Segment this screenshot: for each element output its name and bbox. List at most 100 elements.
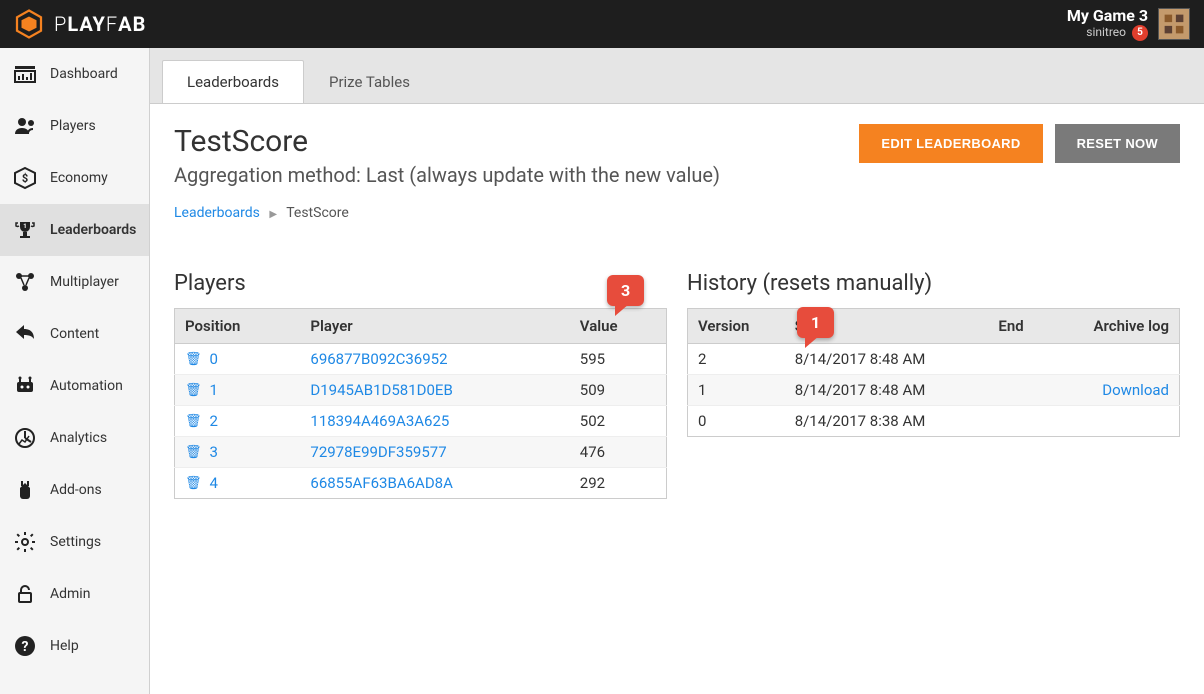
brand-text: PLAYFAB xyxy=(54,12,146,36)
username: sinitreo xyxy=(1086,26,1126,40)
sidebar-item-dashboard[interactable]: Dashboard xyxy=(0,48,149,100)
position-link[interactable]: 0 xyxy=(210,350,218,368)
sidebar-item-label: Leaderboards xyxy=(50,222,136,238)
sidebar-item-economy[interactable]: $ Economy xyxy=(0,152,149,204)
players-icon xyxy=(12,114,38,138)
callout-1: 1 xyxy=(797,307,834,338)
start-cell: 8/14/2017 8:48 AM xyxy=(785,344,989,375)
sidebar-item-label: Admin xyxy=(50,586,90,602)
svg-text:?: ? xyxy=(22,639,29,655)
player-link[interactable]: D1945AB1D581D0EB xyxy=(310,381,452,399)
sidebar-item-label: Add-ons xyxy=(50,482,102,498)
sidebar-item-leaderboards[interactable]: 1 Leaderboards xyxy=(0,204,149,256)
admin-icon xyxy=(12,582,38,606)
sidebar-item-label: Automation xyxy=(50,378,123,394)
avatar[interactable] xyxy=(1158,8,1190,40)
version-cell: 2 xyxy=(688,344,785,375)
analytics-icon xyxy=(12,426,38,450)
economy-icon: $ xyxy=(12,166,38,190)
position-link[interactable]: 3 xyxy=(210,443,218,461)
players-panel: Players Position Player Value 🗑0696877B0… xyxy=(174,271,667,499)
breadcrumb-root-link[interactable]: Leaderboards xyxy=(174,205,260,221)
leaderboards-icon: 1 xyxy=(12,218,38,242)
table-row: 🗑 0 696877B092C36952 595 xyxy=(175,344,667,375)
players-table: Position Player Value 🗑0696877B092C36952… xyxy=(174,308,667,499)
history-panel: History (resets manually) Version Start … xyxy=(687,271,1180,499)
sidebar-item-label: Economy xyxy=(50,170,108,186)
settings-icon xyxy=(12,530,38,554)
end-cell xyxy=(988,406,1049,437)
value-cell: 509 xyxy=(570,375,667,406)
addons-icon xyxy=(12,478,38,502)
start-cell: 8/14/2017 8:38 AM xyxy=(785,406,989,437)
sidebar-item-admin[interactable]: Admin xyxy=(0,568,149,620)
dashboard-icon xyxy=(12,62,38,86)
position-link[interactable]: 2 xyxy=(210,412,218,430)
svg-text:$: $ xyxy=(22,172,28,185)
position-link[interactable]: 4 xyxy=(210,474,218,492)
history-table: Version Start End Archive log 28/14/2017… xyxy=(687,308,1180,437)
edit-leaderboard-button[interactable]: EDIT LEADERBOARD xyxy=(859,124,1042,163)
notification-badge[interactable]: 5 xyxy=(1132,25,1148,41)
version-cell: 1 xyxy=(688,375,785,406)
sidebar-item-addons[interactable]: Add-ons xyxy=(0,464,149,516)
sidebar-item-help[interactable]: ? Help xyxy=(0,620,149,672)
callout-3: 3 xyxy=(607,275,644,306)
end-cell xyxy=(988,344,1049,375)
version-cell: 0 xyxy=(688,406,785,437)
download-link[interactable]: Download xyxy=(1102,381,1169,399)
sidebar-item-players[interactable]: Players xyxy=(0,100,149,152)
topbar: PLAYFAB My Game 3 sinitreo 5 xyxy=(0,0,1204,48)
sidebar-item-analytics[interactable]: Analytics xyxy=(0,412,149,464)
trash-icon[interactable]: 🗑 xyxy=(185,383,202,398)
tab-prize-tables[interactable]: Prize Tables xyxy=(304,60,435,103)
sidebar-item-label: Multiplayer xyxy=(50,274,119,290)
sidebar-item-label: Analytics xyxy=(50,430,107,446)
sidebar-item-settings[interactable]: Settings xyxy=(0,516,149,568)
archive-cell: Download xyxy=(1050,375,1180,406)
player-link[interactable]: 118394A469A3A625 xyxy=(310,412,449,430)
position-link[interactable]: 1 xyxy=(210,381,218,399)
archive-cell xyxy=(1050,344,1180,375)
player-link[interactable]: 696877B092C36952 xyxy=(310,350,447,368)
col-end: End xyxy=(988,309,1049,344)
tab-leaderboards[interactable]: Leaderboards xyxy=(162,60,304,103)
automation-icon xyxy=(12,374,38,398)
trash-icon[interactable]: 🗑 xyxy=(185,445,202,460)
breadcrumb-current: TestScore xyxy=(286,205,349,221)
reset-now-button[interactable]: RESET NOW xyxy=(1055,124,1180,163)
page-title: TestScore xyxy=(174,124,720,159)
table-row: 28/14/2017 8:48 AM xyxy=(688,344,1180,375)
sidebar-item-content[interactable]: Content xyxy=(0,308,149,360)
table-row: 🗑372978E99DF359577476 xyxy=(175,437,667,468)
player-link[interactable]: 72978E99DF359577 xyxy=(310,443,446,461)
col-archive: Archive log xyxy=(1050,309,1180,344)
tabs: Leaderboards Prize Tables xyxy=(150,48,1204,103)
player-link[interactable]: 66855AF63BA6AD8A xyxy=(310,474,453,492)
table-row: 18/14/2017 8:48 AMDownload xyxy=(688,375,1180,406)
page-subtitle: Aggregation method: Last (always update … xyxy=(174,163,720,187)
trash-icon[interactable]: 🗑 xyxy=(185,414,202,429)
end-cell xyxy=(988,375,1049,406)
user-menu[interactable]: My Game 3 sinitreo 5 xyxy=(1067,7,1190,41)
breadcrumb: Leaderboards ▶ TestScore xyxy=(174,205,1180,221)
value-cell: 292 xyxy=(570,468,667,499)
trash-icon[interactable]: 🗑 xyxy=(185,352,202,367)
brand[interactable]: PLAYFAB xyxy=(14,9,146,39)
table-row: 08/14/2017 8:38 AM xyxy=(688,406,1180,437)
sidebar-item-label: Settings xyxy=(50,534,101,550)
table-row: 🗑 2 118394A469A3A625 502 xyxy=(175,406,667,437)
content-icon xyxy=(12,322,38,346)
value-cell: 502 xyxy=(570,406,667,437)
trash-icon[interactable]: 🗑 xyxy=(185,476,202,491)
sidebar-item-label: Help xyxy=(50,638,79,654)
breadcrumb-separator-icon: ▶ xyxy=(269,209,277,220)
value-cell: 595 xyxy=(570,344,667,375)
sidebar-item-label: Dashboard xyxy=(50,66,118,82)
sidebar-item-automation[interactable]: Automation xyxy=(0,360,149,412)
sidebar-item-multiplayer[interactable]: Multiplayer xyxy=(0,256,149,308)
table-row: 🗑 4 66855AF63BA6AD8A 292 xyxy=(175,468,667,499)
col-version: Version xyxy=(688,309,785,344)
col-position: Position xyxy=(175,309,301,344)
archive-cell xyxy=(1050,406,1180,437)
